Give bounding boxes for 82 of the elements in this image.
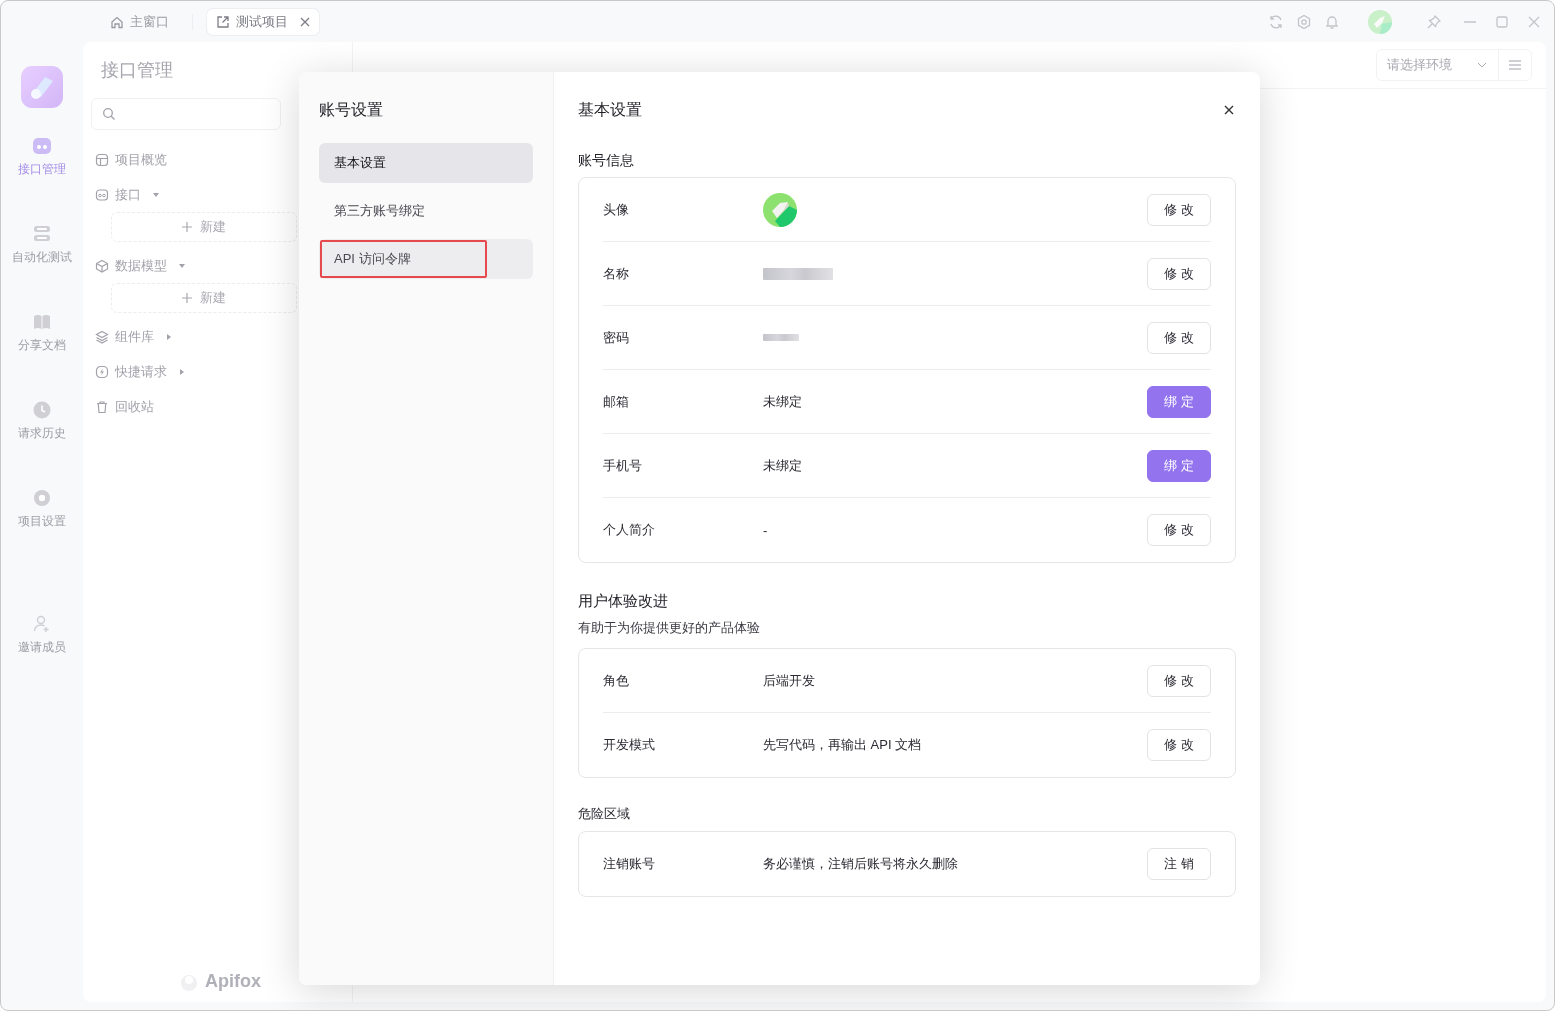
- server-icon: [32, 224, 52, 244]
- nav-item[interactable]: 邀请成员: [14, 608, 70, 662]
- field-label: 手机号: [603, 456, 643, 475]
- settings-menu-item[interactable]: 第三方账号绑定: [319, 191, 533, 231]
- field-value: -: [763, 522, 768, 538]
- dialog-title: 账号设置: [319, 100, 383, 120]
- nav-item[interactable]: 项目设置: [14, 482, 70, 536]
- bind-button[interactable]: 绑 定: [1147, 385, 1211, 418]
- bell-icon[interactable]: [1324, 13, 1340, 30]
- layers-icon: [95, 329, 109, 344]
- search-field[interactable]: [91, 98, 281, 130]
- edit-button[interactable]: 修 改: [1147, 321, 1211, 354]
- new-button[interactable]: 新建: [111, 212, 297, 242]
- tree-item[interactable]: 组件库: [91, 319, 176, 354]
- field-label: 头像: [603, 200, 630, 219]
- avatar-icon: [763, 192, 797, 227]
- nav-item[interactable]: 分享文档: [14, 306, 70, 360]
- field-value: 务必谨慎，注销后账号将永久删除: [763, 855, 958, 873]
- edit-button[interactable]: 修 改: [1147, 514, 1211, 546]
- redacted-text: [763, 334, 799, 341]
- api-icon: [95, 187, 109, 202]
- section-description: 有助于为你提供更好的产品体验: [578, 619, 761, 637]
- section-heading: 账号信息: [578, 151, 635, 170]
- section-title: 接口管理: [101, 59, 174, 82]
- avatar-icon[interactable]: [1368, 9, 1392, 34]
- redacted-text: [763, 267, 833, 280]
- tree-item[interactable]: 接口: [91, 177, 163, 212]
- field-label: 邮箱: [603, 392, 630, 411]
- field-label: 开发模式: [603, 736, 656, 754]
- tree-item[interactable]: 快捷请求: [91, 354, 189, 389]
- menu-icon: [1508, 59, 1522, 71]
- layout-icon: [95, 152, 109, 167]
- field-value: 后端开发: [763, 671, 815, 690]
- book-icon: [32, 312, 52, 332]
- field-label: 注销账号: [603, 855, 656, 873]
- caret-right-icon[interactable]: [179, 368, 185, 375]
- panel-title: 基本设置: [578, 100, 642, 120]
- section-heading: 危险区域: [578, 805, 631, 823]
- field-label: 名称: [603, 264, 630, 283]
- new-button[interactable]: 新建: [111, 283, 297, 313]
- close-icon[interactable]: [1224, 105, 1234, 115]
- cube-icon: [95, 258, 109, 273]
- edit-button[interactable]: 修 改: [1147, 257, 1211, 290]
- add-user-icon: [32, 614, 52, 634]
- edit-button[interactable]: 修 改: [1147, 729, 1211, 761]
- nav-item[interactable]: 接口管理: [14, 130, 70, 184]
- refresh-icon[interactable]: [1268, 13, 1284, 30]
- api-icon: [32, 136, 52, 156]
- brand-logo: Apifox: [179, 971, 261, 992]
- external-link-icon: [216, 14, 230, 29]
- field-value: 未绑定: [763, 392, 802, 411]
- edit-button[interactable]: 修 改: [1147, 664, 1211, 697]
- trash-icon: [95, 399, 109, 414]
- plus-icon: [182, 222, 193, 232]
- plus-icon: [182, 293, 193, 303]
- field-label: 角色: [603, 671, 630, 690]
- nav-item[interactable]: 请求历史: [14, 394, 70, 448]
- caret-down-icon[interactable]: [179, 262, 185, 269]
- bind-button[interactable]: 绑 定: [1147, 449, 1211, 482]
- field-label: 个人简介: [603, 521, 656, 539]
- settings-menu-item[interactable]: API 访问令牌: [319, 239, 533, 279]
- caret-down-icon[interactable]: [153, 191, 159, 198]
- settings-menu-item[interactable]: 基本设置: [319, 143, 533, 183]
- edit-button[interactable]: 注 销: [1147, 848, 1211, 880]
- search-icon: [102, 107, 116, 121]
- window-tab[interactable]: 主窗口: [101, 8, 178, 35]
- window-tab[interactable]: 测试项目: [207, 8, 319, 35]
- pin-icon[interactable]: [1426, 13, 1442, 30]
- tree-item[interactable]: 回收站: [91, 389, 158, 424]
- tree-item[interactable]: 项目概览: [91, 142, 171, 177]
- app-logo: [21, 66, 63, 108]
- field-value: 未绑定: [763, 456, 802, 475]
- field-value: 先写代码，再输出 API 文档: [763, 736, 922, 754]
- home-icon: [110, 14, 124, 29]
- clock-icon: [32, 400, 52, 420]
- section-heading: 用户体验改进: [578, 591, 669, 611]
- caret-right-icon[interactable]: [166, 333, 172, 340]
- nav-item[interactable]: 自动化测试: [8, 218, 76, 272]
- bolt-icon: [95, 364, 109, 379]
- tree-item[interactable]: 数据模型: [91, 248, 189, 283]
- edit-button[interactable]: 修 改: [1147, 193, 1211, 226]
- field-label: 密码: [603, 328, 630, 347]
